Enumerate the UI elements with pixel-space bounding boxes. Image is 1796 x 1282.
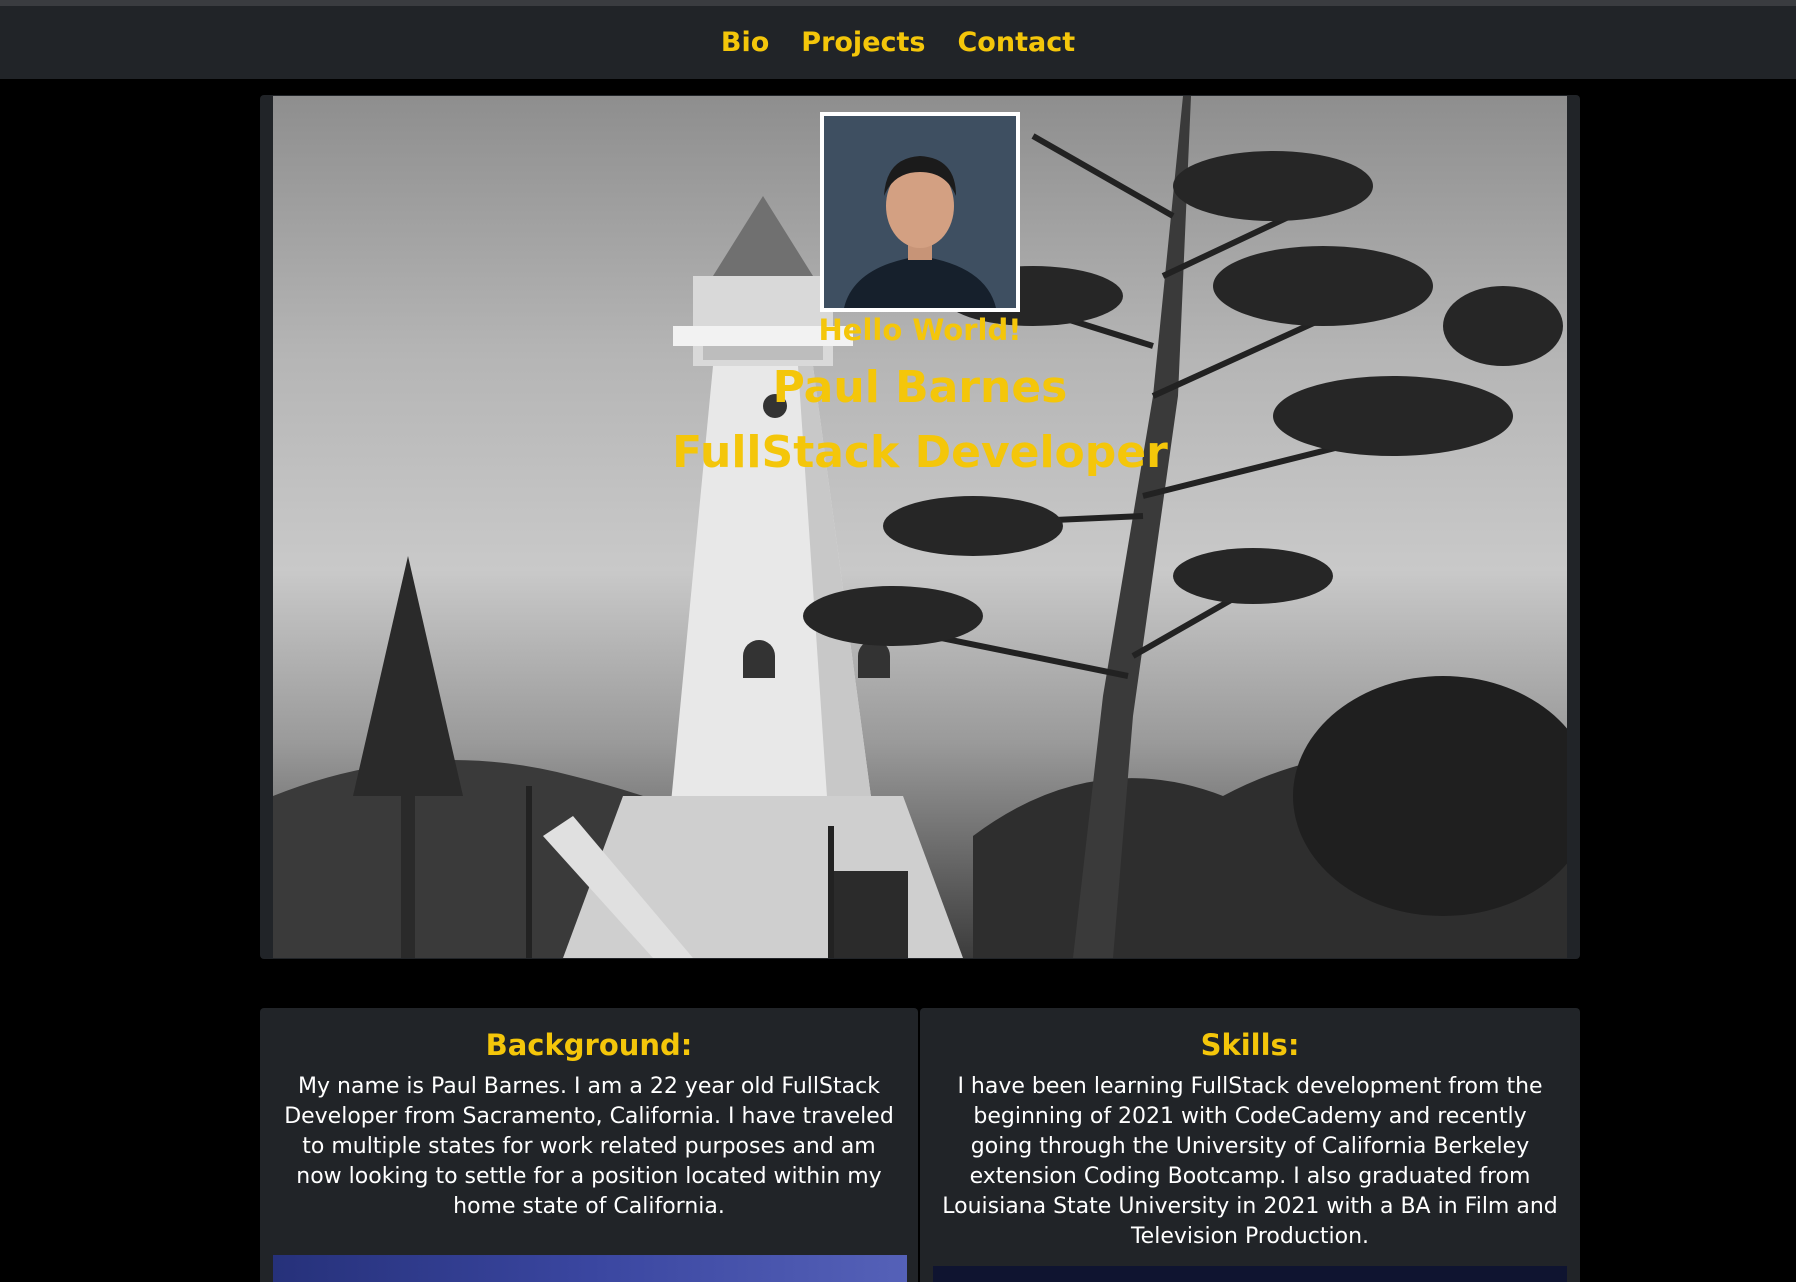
profile-avatar-image [824, 116, 1016, 308]
skills-card-image [933, 1266, 1567, 1282]
nav-link-projects[interactable]: Projects [801, 27, 925, 58]
nav-link-bio[interactable]: Bio [721, 27, 769, 58]
hero-greeting: Hello World! [818, 313, 1022, 347]
hero-name: Paul Barnes [772, 362, 1068, 413]
background-title: Background: [485, 1028, 693, 1062]
background-text: My name is Paul Barnes. I am a 22 year o… [284, 1074, 894, 1219]
skills-title: Skills: [1200, 1028, 1300, 1062]
skills-text: I have been learning FullStack developme… [942, 1074, 1558, 1249]
nav-link-contact[interactable]: Contact [957, 27, 1075, 58]
background-card: Background: My name is Paul Barnes. I am… [260, 1008, 918, 1282]
background-card-image [273, 1255, 907, 1282]
navbar: Bio Projects Contact [0, 6, 1796, 79]
skills-card: Skills: I have been learning FullStack d… [920, 1008, 1580, 1282]
hero-role: FullStack Developer [672, 427, 1168, 478]
profile-photo [820, 112, 1020, 312]
